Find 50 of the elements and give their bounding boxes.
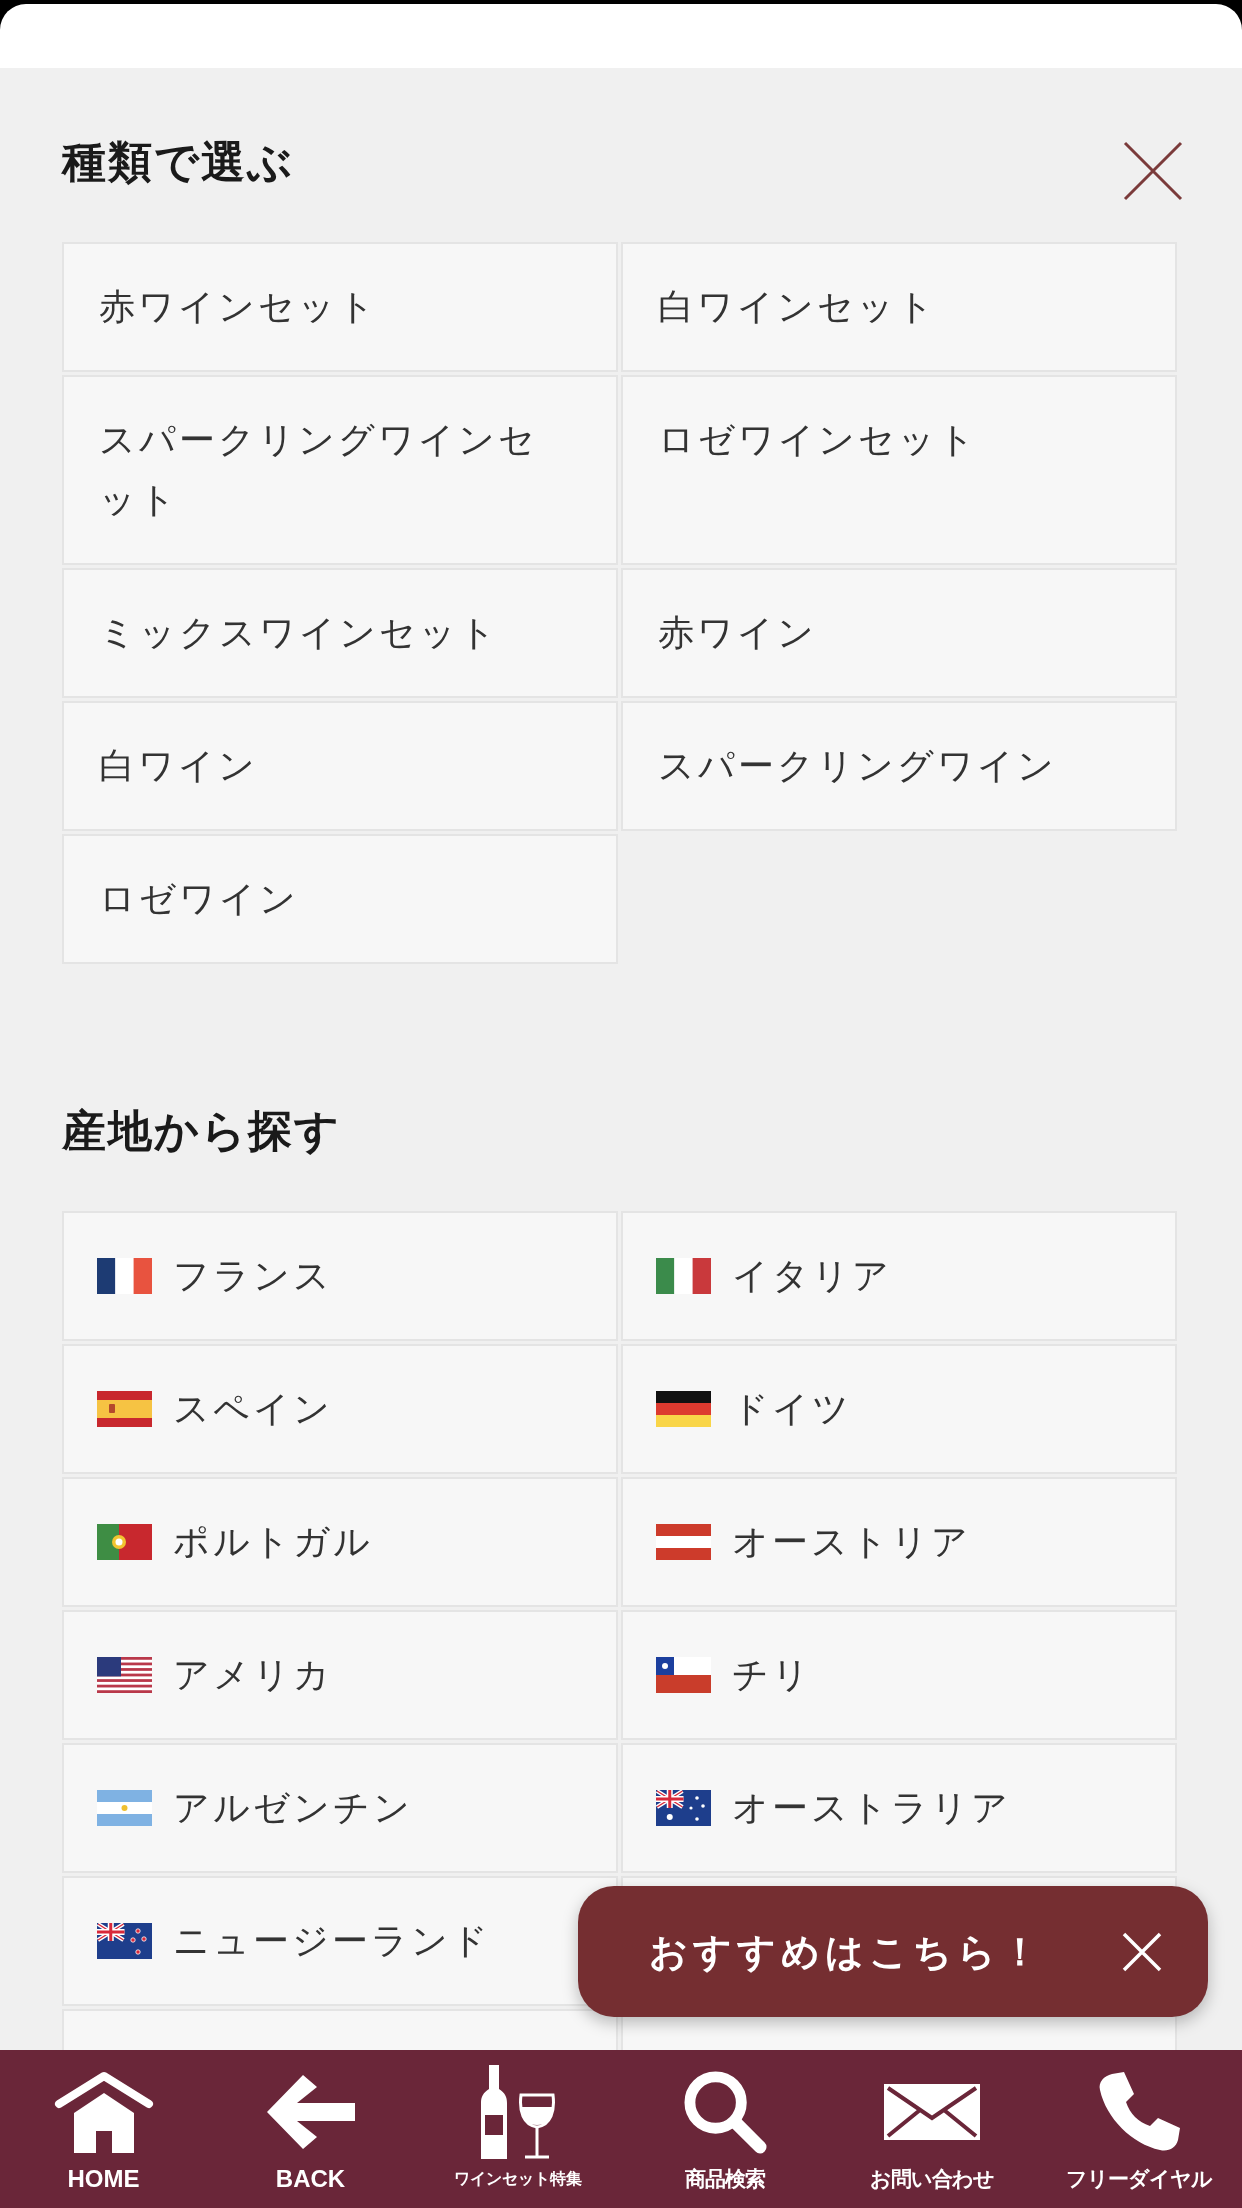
italian-flag-icon <box>656 1258 711 1294</box>
close-button[interactable] <box>1123 141 1183 201</box>
american-flag-icon <box>97 1657 152 1693</box>
country-link[interactable]: ドイツ <box>621 1344 1177 1474</box>
close-icon <box>1122 1931 1162 1972</box>
section-heading: 種類で選ぶ <box>62 135 294 189</box>
popup-close-button[interactable] <box>1122 1931 1162 1972</box>
country-link[interactable]: スペイン <box>62 1344 618 1474</box>
category-link[interactable]: 赤ワインセット <box>62 242 618 372</box>
country-link[interactable]: イタリア <box>621 1211 1177 1341</box>
search-icon <box>682 2070 767 2154</box>
back-button[interactable]: BACK <box>207 2050 414 2208</box>
category-link[interactable]: ミックスワインセット <box>62 568 618 698</box>
bottle-and-glass-icon <box>480 2065 555 2159</box>
chilean-flag-icon <box>656 1657 711 1693</box>
australian-flag-icon <box>656 1790 711 1826</box>
country-link[interactable]: オーストラリア <box>621 1743 1177 1873</box>
argentine-flag-icon <box>97 1790 152 1826</box>
new-zealand-flag-icon <box>97 1923 152 1959</box>
category-link[interactable]: 白ワインセット <box>621 242 1177 372</box>
recommendation-link[interactable]: おすすめはこちら！ <box>649 1926 1044 1977</box>
left-arrow-icon <box>266 2075 355 2149</box>
country-link[interactable]: オーストリア <box>621 1477 1177 1607</box>
house-icon <box>53 2071 154 2153</box>
category-link[interactable]: スパークリングワイン <box>621 701 1177 831</box>
german-flag-icon <box>656 1391 711 1427</box>
country-link[interactable]: ポルトガル <box>62 1477 618 1607</box>
envelope-icon <box>883 2084 980 2140</box>
country-link[interactable]: アルゼンチン <box>62 1743 618 1873</box>
austrian-flag-icon <box>656 1524 711 1560</box>
phone-icon <box>1097 2072 1180 2152</box>
spanish-flag-icon <box>97 1391 152 1427</box>
home-button[interactable]: HOME <box>0 2050 207 2208</box>
contact-button[interactable]: お問い合わせ <box>828 2050 1035 2208</box>
french-flag-icon <box>97 1258 152 1294</box>
close-icon <box>1123 141 1183 201</box>
category-link[interactable]: ロゼワインセット <box>621 375 1177 565</box>
country-link[interactable]: チリ <box>621 1610 1177 1740</box>
category-link[interactable]: 白ワイン <box>62 701 618 831</box>
category-link[interactable]: スパークリングワインセット <box>62 375 618 565</box>
free-dial-button[interactable]: フリーダイヤル <box>1035 2050 1242 2208</box>
wine-set-button[interactable]: ワインセット特集 <box>414 2050 621 2208</box>
country-link[interactable]: フランス <box>62 1211 618 1341</box>
country-link[interactable]: ニュージーランド <box>62 1876 618 2006</box>
category-link[interactable]: 赤ワイン <box>621 568 1177 698</box>
portuguese-flag-icon <box>97 1524 152 1560</box>
section-heading: 産地から探す <box>62 1104 342 1158</box>
category-link[interactable]: ロゼワイン <box>62 834 618 964</box>
product-search-button[interactable]: 商品検索 <box>621 2050 828 2208</box>
country-link[interactable]: アメリカ <box>62 1610 618 1740</box>
